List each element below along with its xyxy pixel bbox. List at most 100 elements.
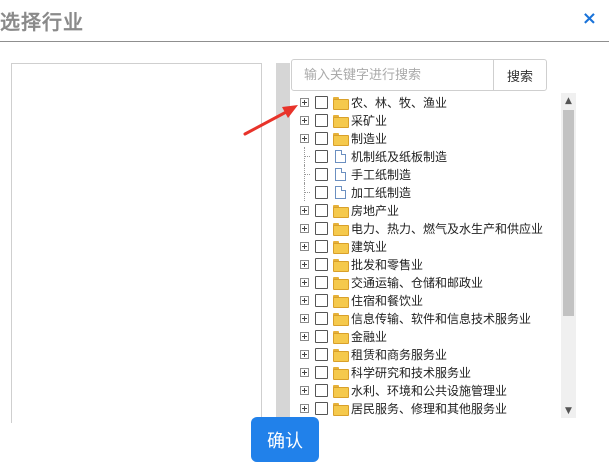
tree-node-label[interactable]: 农、林、牧、渔业 (351, 94, 447, 111)
tree-node[interactable]: 水利、环境和公共设施管理业 (290, 381, 561, 399)
expand-icon[interactable] (300, 115, 309, 125)
close-icon[interactable]: × (582, 8, 597, 29)
node-checkbox[interactable] (315, 221, 328, 235)
node-checkbox[interactable] (315, 113, 328, 127)
dialog-header: 选择行业 × (0, 0, 609, 42)
file-icon (335, 185, 346, 199)
folder-icon (333, 348, 349, 362)
tree-node[interactable]: 租赁和商务服务业 (290, 345, 561, 363)
tree-node-label[interactable]: 加工纸制造 (351, 184, 411, 201)
confirm-button[interactable]: 确认 (251, 417, 319, 462)
tree-line-icon (300, 165, 310, 183)
expand-icon[interactable] (300, 97, 309, 107)
node-checkbox[interactable] (315, 203, 328, 217)
tree-node[interactable]: 手工纸制造 (290, 165, 561, 183)
tree-node-label[interactable]: 租赁和商务服务业 (351, 346, 447, 363)
folder-icon (333, 114, 349, 128)
tree-node[interactable]: 批发和零售业 (290, 255, 561, 273)
tree-node[interactable]: 金融业 (290, 327, 561, 345)
expand-icon[interactable] (300, 313, 309, 323)
folder-icon (333, 258, 349, 272)
search-input[interactable] (291, 59, 494, 91)
node-checkbox[interactable] (315, 95, 328, 109)
node-checkbox[interactable] (315, 365, 328, 379)
node-checkbox[interactable] (315, 401, 328, 415)
expand-icon[interactable] (300, 259, 309, 269)
expand-icon[interactable] (300, 205, 309, 215)
tree-node[interactable]: 信息传输、软件和信息技术服务业 (290, 309, 561, 327)
tree-node-label[interactable]: 房地产业 (351, 202, 399, 219)
node-checkbox[interactable] (315, 383, 328, 397)
expand-icon[interactable] (300, 331, 309, 341)
tree-scrollbar[interactable]: ▲ ▼ (561, 93, 576, 418)
expand-icon[interactable] (300, 295, 309, 305)
tree-node[interactable]: 科学研究和技术服务业 (290, 363, 561, 381)
tree-node-label[interactable]: 住宿和餐饮业 (351, 292, 423, 309)
tree-node[interactable]: 加工纸制造 (290, 183, 561, 201)
tree-node[interactable]: 机制纸及纸板制造 (290, 147, 561, 165)
tree-node[interactable]: 建筑业 (290, 237, 561, 255)
search-button[interactable]: 搜索 (493, 59, 547, 91)
tree-node-label[interactable]: 电力、热力、燃气及水生产和供应业 (351, 220, 543, 237)
folder-icon (333, 222, 349, 236)
tree-node[interactable]: 采矿业 (290, 111, 561, 129)
file-icon (335, 149, 346, 163)
tree-node-label[interactable]: 手工纸制造 (351, 166, 411, 183)
expand-icon[interactable] (300, 241, 309, 251)
folder-icon (333, 96, 349, 110)
node-checkbox[interactable] (315, 293, 328, 307)
tree-node-label[interactable]: 建筑业 (351, 238, 387, 255)
dialog-title: 选择行业 (0, 10, 84, 34)
tree-node-label[interactable]: 机制纸及纸板制造 (351, 148, 447, 165)
tree-node-label[interactable]: 交通运输、仓储和邮政业 (351, 274, 483, 291)
node-checkbox[interactable] (315, 311, 328, 325)
tree-line-icon (300, 183, 310, 201)
folder-icon (333, 132, 349, 146)
folder-icon (333, 366, 349, 380)
node-checkbox[interactable] (315, 149, 328, 163)
folder-icon (333, 384, 349, 398)
node-checkbox[interactable] (315, 239, 328, 253)
tree-node[interactable]: 农、林、牧、渔业 (290, 93, 561, 111)
scroll-thumb[interactable] (563, 110, 574, 316)
tree-node-label[interactable]: 批发和零售业 (351, 256, 423, 273)
expand-icon[interactable] (300, 277, 309, 287)
selected-items-panel (11, 63, 262, 423)
node-checkbox[interactable] (315, 347, 328, 361)
tree-node[interactable]: 住宿和餐饮业 (290, 291, 561, 309)
folder-icon (333, 204, 349, 218)
tree-node[interactable]: 居民服务、修理和其他服务业 (290, 399, 561, 417)
tree-node[interactable]: 房地产业 (290, 201, 561, 219)
select-industry-dialog: 选择行业 × 搜索 农、林、牧、渔业采矿业制造业机制纸及纸板制造手工纸制造加工纸… (0, 0, 609, 468)
file-icon (335, 167, 346, 181)
node-checkbox[interactable] (315, 329, 328, 343)
node-checkbox[interactable] (315, 131, 328, 145)
tree-node-label[interactable]: 采矿业 (351, 112, 387, 129)
scroll-down-icon[interactable]: ▼ (561, 403, 576, 418)
expand-icon[interactable] (300, 403, 309, 413)
expand-icon[interactable] (300, 223, 309, 233)
annotation-arrow-icon (243, 105, 298, 136)
tree-node[interactable]: 制造业 (290, 129, 561, 147)
tree-node-label[interactable]: 制造业 (351, 130, 387, 147)
node-checkbox[interactable] (315, 275, 328, 289)
scroll-up-icon[interactable]: ▲ (561, 93, 576, 108)
node-checkbox[interactable] (315, 185, 328, 199)
tree-node[interactable]: 交通运输、仓储和邮政业 (290, 273, 561, 291)
expand-icon[interactable] (300, 385, 309, 395)
tree-node-label[interactable]: 科学研究和技术服务业 (351, 364, 471, 381)
tree-node-label[interactable]: 水利、环境和公共设施管理业 (351, 382, 507, 399)
folder-icon (333, 240, 349, 254)
node-checkbox[interactable] (315, 257, 328, 271)
tree-node-label[interactable]: 金融业 (351, 328, 387, 345)
node-checkbox[interactable] (315, 167, 328, 181)
expand-icon[interactable] (300, 349, 309, 359)
tree-node[interactable]: 电力、热力、燃气及水生产和供应业 (290, 219, 561, 237)
tree-node-label[interactable]: 居民服务、修理和其他服务业 (351, 400, 507, 417)
industry-tree: 农、林、牧、渔业 采矿业 制造业 机制纸及纸板制造 手工纸制造 加工纸制造 房地产业 电力、热… (290, 93, 561, 418)
folder-icon (333, 402, 349, 416)
expand-icon[interactable] (300, 133, 309, 143)
expand-icon[interactable] (300, 367, 309, 377)
folder-icon (333, 294, 349, 308)
tree-node-label[interactable]: 信息传输、软件和信息技术服务业 (351, 310, 531, 327)
